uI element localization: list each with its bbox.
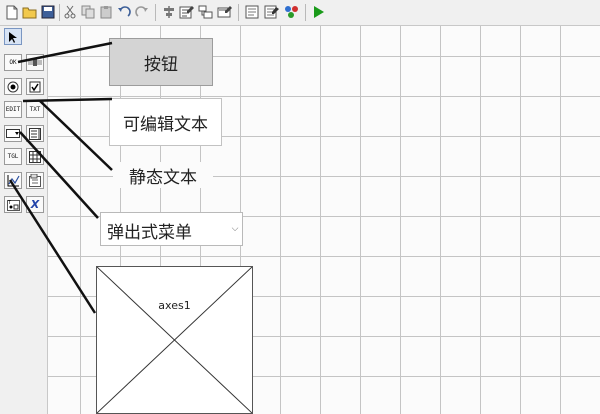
paste-icon[interactable] xyxy=(97,3,115,21)
popup-menu-tool-icon[interactable] xyxy=(4,125,22,142)
static-text[interactable]: 静态文本 xyxy=(113,162,213,188)
toolbar-separator xyxy=(305,4,306,21)
component-palette: OK EDIT TXT TGL T X xyxy=(0,26,48,414)
popup-menu-value: 弹出式菜单 xyxy=(107,223,192,243)
axes-placeholder-cross xyxy=(97,267,252,413)
static-text-tool-icon[interactable]: TXT xyxy=(26,101,44,118)
radio-button-tool-icon[interactable] xyxy=(4,78,22,95)
push-button-label: 按钮 xyxy=(144,54,178,75)
activex-control-tool-icon[interactable]: X xyxy=(26,196,44,213)
edit-text-tool-icon[interactable]: EDIT xyxy=(4,101,22,118)
tab-order-editor-icon[interactable] xyxy=(197,3,215,21)
select-arrow-icon[interactable] xyxy=(4,28,22,45)
panel-tool-icon[interactable] xyxy=(26,172,44,189)
property-inspector-icon[interactable] xyxy=(263,3,281,21)
static-text-value: 静态文本 xyxy=(129,167,197,188)
align-objects-icon[interactable] xyxy=(160,3,178,21)
menu-editor-icon[interactable] xyxy=(178,3,196,21)
axes-tool-icon[interactable] xyxy=(4,172,22,189)
new-file-icon[interactable] xyxy=(3,3,21,21)
redo-icon[interactable] xyxy=(133,3,151,21)
edit-text-tool-label: EDIT xyxy=(5,106,21,113)
m-file-editor-icon[interactable] xyxy=(244,3,262,21)
toolbar-separator xyxy=(59,4,60,21)
push-button-tool-label: OK xyxy=(9,59,17,66)
toolbar xyxy=(0,0,600,26)
toolbar-separator xyxy=(155,4,156,21)
edit-text-value: 可编辑文本 xyxy=(123,114,208,135)
save-icon[interactable] xyxy=(39,3,57,21)
listbox-tool-icon[interactable] xyxy=(26,125,44,142)
static-text-tool-label: TXT xyxy=(29,106,41,113)
axes[interactable]: axes1 xyxy=(96,266,253,414)
undo-icon[interactable] xyxy=(115,3,133,21)
open-folder-icon[interactable] xyxy=(21,3,39,21)
axes-label: axes1 xyxy=(158,299,191,312)
popup-menu[interactable]: 弹出式菜单 ⌵ xyxy=(100,212,243,246)
push-button-tool-icon[interactable]: OK xyxy=(4,54,22,71)
layout-canvas-grid[interactable]: 按钮 可编辑文本 静态文本 弹出式菜单 ⌵ axes1 xyxy=(48,26,600,414)
toolbar-separator xyxy=(238,4,239,21)
edit-text-field[interactable]: 可编辑文本 xyxy=(109,98,222,146)
copy-icon[interactable] xyxy=(79,3,97,21)
slider-tool-icon[interactable] xyxy=(26,54,44,71)
toggle-button-tool-icon[interactable]: TGL xyxy=(4,148,22,165)
cut-icon[interactable] xyxy=(61,3,79,21)
run-figure-icon[interactable] xyxy=(309,3,327,21)
push-button[interactable]: 按钮 xyxy=(109,38,213,86)
button-group-tool-icon[interactable]: T xyxy=(4,196,22,213)
table-tool-icon[interactable] xyxy=(26,148,44,165)
run-triangle xyxy=(314,6,324,18)
toggle-button-tool-label: TGL xyxy=(7,153,19,160)
checkbox-tool-icon[interactable] xyxy=(26,78,44,95)
activex-control-tool-label: X xyxy=(30,198,40,211)
toolbar-editor-icon[interactable] xyxy=(216,3,234,21)
chevron-down-icon[interactable]: ⌵ xyxy=(228,213,242,245)
object-browser-icon[interactable] xyxy=(283,3,301,21)
